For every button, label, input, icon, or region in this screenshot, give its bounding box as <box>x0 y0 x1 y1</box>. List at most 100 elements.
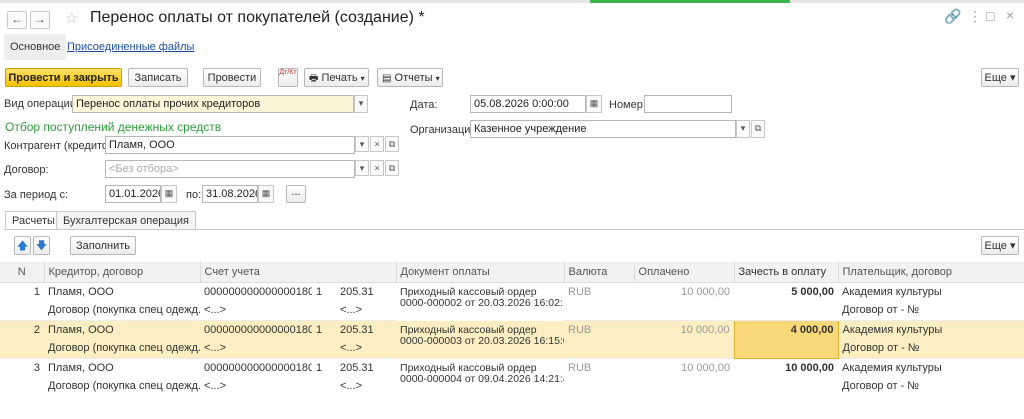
period-to-field[interactable]: 31.08.2026 <box>202 185 258 203</box>
payer-cell[interactable]: Академия культуры <box>838 283 1024 303</box>
col-account[interactable]: Счет учета <box>200 262 397 283</box>
tab-accounting-operation[interactable]: Бухгалтерская операция <box>56 211 196 229</box>
link-icon[interactable]: 🔗 <box>944 8 961 25</box>
close-icon[interactable]: × <box>1006 7 1014 23</box>
number-field[interactable] <box>644 95 732 113</box>
creditor-cell[interactable]: Пламя, ООО <box>44 359 200 379</box>
currency-cell[interactable]: RUB <box>564 359 634 379</box>
contract-field[interactable]: <Без отбора> <box>105 160 355 178</box>
counterparty-open-button[interactable]: ⧉ <box>385 136 399 152</box>
period-from-field[interactable]: 01.01.2026 <box>105 185 161 203</box>
col-document[interactable]: Документ оплаты <box>396 262 565 283</box>
kosgu-cell[interactable]: 1 <box>312 320 336 340</box>
organization-label: Организация: <box>410 124 480 136</box>
payer-contract-cell[interactable]: Договор от - № <box>838 378 1024 396</box>
kosgu-cell[interactable]: 1 <box>312 283 336 303</box>
counterparty-field[interactable]: Пламя, ООО <box>105 136 355 154</box>
document-cell[interactable]: Приходный кассовый ордер 0000-000004 от 0… <box>396 359 564 397</box>
code-cell[interactable]: 205.31 <box>336 283 396 303</box>
contract-cell[interactable]: Договор (покупка спец одежд... <box>44 378 200 396</box>
account-cell[interactable]: 000000000000000180 <box>200 320 312 340</box>
subconto2-cell[interactable]: <...> <box>336 378 396 396</box>
reports-button[interactable]: ▤ Отчеты ▾ <box>377 68 443 87</box>
kosgu-cell[interactable]: 1 <box>312 359 336 379</box>
subconto2-cell[interactable]: <...> <box>336 340 397 359</box>
code-cell[interactable]: 205.31 <box>336 359 396 379</box>
col-n[interactable]: N <box>0 262 45 283</box>
organization-dropdown-button[interactable]: ▾ <box>736 120 750 138</box>
col-creditor[interactable]: Кредитор, договор <box>44 262 201 283</box>
maximize-icon[interactable]: □ <box>986 8 994 24</box>
paid-cell: 10 000,00 <box>681 362 731 374</box>
forward-button[interactable]: → <box>30 11 50 29</box>
code-cell[interactable]: 205.31 <box>336 320 397 340</box>
contract-dropdown-button[interactable]: ▾ <box>355 160 369 176</box>
spacer-cell <box>564 378 634 396</box>
calendar-icon[interactable]: ▦ <box>258 185 274 203</box>
table-row-selected[interactable]: 2 Пламя, ООО 000000000000000180 1 205.31… <box>0 320 1024 359</box>
offset-cell-active[interactable]: 4 000,00 <box>733 320 839 359</box>
write-button[interactable]: Записать <box>128 68 188 87</box>
section-attached-files[interactable]: Присоединенные файлы <box>67 41 194 53</box>
spacer-cell <box>0 302 44 321</box>
calendar-icon[interactable]: ▦ <box>586 95 602 113</box>
col-currency[interactable]: Валюта <box>564 262 635 283</box>
contract-cell[interactable]: Договор (покупка спец одежд... <box>44 340 200 359</box>
favorite-star-icon[interactable]: ☆ <box>65 9 78 27</box>
date-field[interactable]: 05.08.2026 0:00:00 <box>470 95 586 113</box>
col-paid[interactable]: Оплачено <box>634 262 735 283</box>
col-offset[interactable]: Зачесть в оплату <box>734 262 839 283</box>
organization-open-button[interactable]: ⧉ <box>751 120 765 138</box>
tab-calculations[interactable]: Расчеты <box>5 211 62 230</box>
section-main[interactable]: Основное <box>4 34 67 60</box>
subconto2-cell[interactable]: <...> <box>336 302 397 321</box>
spacer-cell <box>564 302 635 321</box>
spacer-cell <box>564 340 635 359</box>
post-button[interactable]: Провести <box>203 68 261 87</box>
offset-cell[interactable]: 10 000,00 <box>734 359 838 379</box>
move-down-icon[interactable]: 🡇 <box>33 236 50 255</box>
dtkt-button[interactable]: Дт/Кт <box>278 68 298 87</box>
currency-cell[interactable]: RUB <box>564 320 635 340</box>
table-row[interactable]: 1 Пламя, ООО 000000000000000180 1 205.31… <box>0 283 1024 309</box>
creditor-cell[interactable]: Пламя, ООО <box>44 283 200 303</box>
document-cell[interactable]: Приходный кассовый ордер 0000-000003 от 2… <box>396 320 565 359</box>
calendar-icon[interactable]: ▦ <box>161 185 177 203</box>
currency-cell[interactable]: RUB <box>564 283 634 303</box>
subconto1-cell[interactable]: <...> <box>200 378 336 396</box>
paid-cell: 10 000,00 <box>681 286 731 298</box>
operation-dropdown-button[interactable]: ▾ <box>354 95 368 113</box>
payer-contract-cell[interactable]: Договор от - № <box>838 340 1024 359</box>
col-payer[interactable]: Плательщик, договор <box>838 262 1024 283</box>
contract-label: Договор: <box>4 164 49 176</box>
creditor-cell[interactable]: Пламя, ООО <box>44 320 200 340</box>
contract-clear-button[interactable]: × <box>370 160 384 176</box>
back-button[interactable]: ← <box>7 11 27 29</box>
subconto1-cell[interactable]: <...> <box>200 302 336 321</box>
payer-cell[interactable]: Академия культуры <box>838 320 1024 340</box>
document-cell[interactable]: Приходный кассовый ордер 0000-000002 от 2… <box>396 283 564 321</box>
counterparty-dropdown-button[interactable]: ▾ <box>355 136 369 152</box>
account-cell[interactable]: 000000000000000180 <box>200 283 312 303</box>
move-up-icon[interactable]: 🡅 <box>14 236 31 255</box>
print-button[interactable]: 🖶 Печать ▾ <box>304 68 369 87</box>
more-icon[interactable]: ⋮ <box>968 8 982 25</box>
document-number: 0000-000002 от 20.03.2026 16:02:14 <box>400 297 565 309</box>
more-button[interactable]: Еще ▾ <box>981 68 1019 87</box>
table-more-button[interactable]: Еще ▾ <box>981 236 1019 255</box>
organization-field[interactable]: Казенное учреждение <box>470 120 736 138</box>
offset-cell[interactable]: 5 000,00 <box>734 283 838 303</box>
operation-field[interactable]: Перенос оплаты прочих кредиторов <box>72 95 354 113</box>
contract-cell[interactable]: Договор (покупка спец одежд... <box>44 302 200 321</box>
post-and-close-button[interactable]: Провести и закрыть <box>5 68 122 87</box>
contract-open-button[interactable]: ⧉ <box>385 160 399 176</box>
counterparty-clear-button[interactable]: × <box>370 136 384 152</box>
payer-contract-cell[interactable]: Договор от - № <box>838 302 1024 321</box>
fill-button[interactable]: Заполнить <box>70 236 136 255</box>
table-row[interactable]: 3 Пламя, ООО 000000000000000180 1 205.31… <box>0 359 1024 384</box>
account-cell[interactable]: 000000000000000180 <box>200 359 312 379</box>
spacer-cell <box>734 378 838 396</box>
payer-cell[interactable]: Академия культуры <box>838 359 1024 379</box>
period-select-button[interactable]: ... <box>286 185 306 203</box>
subconto1-cell[interactable]: <...> <box>200 340 336 359</box>
